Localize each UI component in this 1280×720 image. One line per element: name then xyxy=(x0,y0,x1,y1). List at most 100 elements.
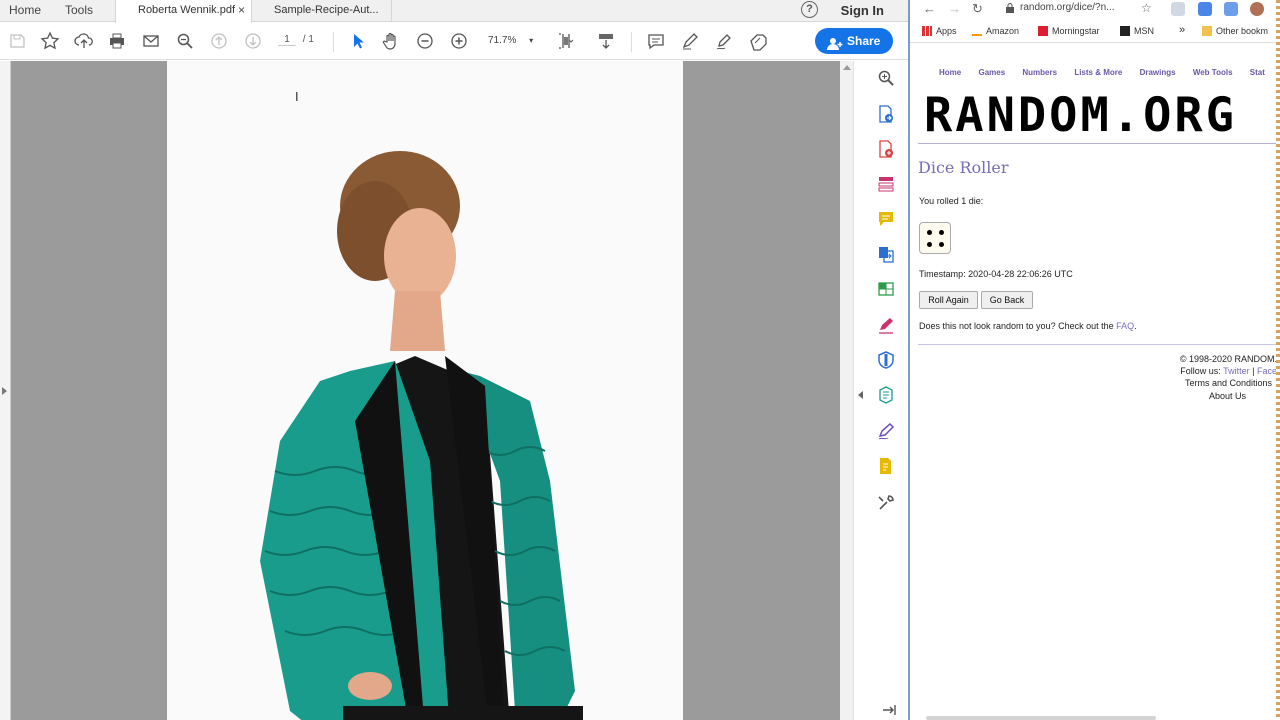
page-total: / 1 xyxy=(302,34,314,45)
nav-lists[interactable]: Lists & More xyxy=(1074,68,1122,77)
export-spreadsheet-icon[interactable] xyxy=(877,280,895,298)
portrait-photo xyxy=(260,151,583,720)
organize-pages-icon[interactable] xyxy=(877,175,895,193)
tools-tab[interactable]: Tools xyxy=(65,3,93,17)
comment-icon[interactable] xyxy=(646,31,666,51)
reload-icon[interactable]: ↻ xyxy=(972,1,983,17)
scroll-mode-icon[interactable] xyxy=(596,31,616,51)
follow-label: Follow us: xyxy=(1180,366,1224,376)
address-bar[interactable]: random.org/dice/?n... xyxy=(1004,2,1150,16)
next-page-icon[interactable] xyxy=(243,31,263,51)
protect-icon[interactable] xyxy=(877,351,895,369)
extension-icon[interactable] xyxy=(1224,2,1238,16)
back-arrow-icon[interactable]: ← xyxy=(923,1,936,16)
nav-drawings[interactable]: Drawings xyxy=(1140,68,1176,77)
document-tab[interactable]: Sample-Recipe-Aut... xyxy=(252,0,392,22)
save-icon[interactable] xyxy=(7,31,27,51)
collapse-pane-icon[interactable] xyxy=(858,391,863,399)
page-number-input[interactable]: 1 xyxy=(278,34,296,46)
share-label: Share xyxy=(847,34,881,48)
nav-home[interactable]: Home xyxy=(939,68,961,77)
select-pointer-icon[interactable] xyxy=(348,31,368,51)
home-tab[interactable]: Home xyxy=(9,3,41,17)
document-viewer[interactable]: I xyxy=(0,61,840,720)
link-separator: | xyxy=(1249,366,1257,376)
avatar[interactable] xyxy=(1250,2,1264,16)
nav-games[interactable]: Games xyxy=(978,68,1005,77)
nav-stats[interactable]: Stat xyxy=(1250,68,1265,77)
bookmark-star-icon[interactable]: ☆ xyxy=(1141,1,1152,15)
expand-pane-icon[interactable] xyxy=(880,701,898,719)
bookmark-label: Amazon xyxy=(986,26,1020,36)
faq-text: Does this not look random to you? Check … xyxy=(919,321,1137,331)
faq-prefix: Does this not look random to you? Check … xyxy=(919,321,1117,331)
bookmark-apps[interactable]: Apps xyxy=(922,26,957,36)
msn-icon xyxy=(1120,26,1130,36)
navigation-pane-toggle[interactable] xyxy=(0,61,11,720)
browser-window: ← → ↻ random.org/dice/?n... ☆ Apps Amazo… xyxy=(908,0,1280,720)
edit-pdf-icon[interactable] xyxy=(877,457,895,475)
fill-sign-icon[interactable] xyxy=(877,316,895,334)
twitter-link[interactable]: Twitter xyxy=(1223,366,1250,376)
nav-numbers[interactable]: Numbers xyxy=(1022,68,1057,77)
site-logo[interactable]: RANDOM.ORG xyxy=(924,88,1237,143)
apps-grid-icon xyxy=(922,26,932,36)
zoom-out-icon[interactable] xyxy=(415,31,435,51)
horizontal-scrollbar[interactable] xyxy=(926,716,1156,720)
hand-tool-icon[interactable] xyxy=(381,31,401,51)
bookmark-morningstar[interactable]: Morningstar xyxy=(1038,26,1100,36)
bookmark-other[interactable]: Other bookm xyxy=(1202,26,1268,36)
zoom-in-icon[interactable] xyxy=(449,31,469,51)
acrobat-tab-bar: Home Tools Roberta Wennik.pdf × Sample-R… xyxy=(0,0,908,23)
zoom-in-icon[interactable] xyxy=(877,69,895,87)
roll-again-button[interactable]: Roll Again xyxy=(919,291,978,309)
bookmarks-bar: Apps Amazon Morningstar MSN » Other book… xyxy=(910,21,1280,43)
terms-link[interactable]: Terms and Conditions xyxy=(1185,378,1272,388)
text-cursor-icon: I xyxy=(295,89,299,104)
site-nav: Home Games Numbers Lists & More Drawings… xyxy=(939,68,1280,77)
email-icon[interactable] xyxy=(141,31,161,51)
export-pdf-icon[interactable] xyxy=(877,105,895,123)
comment-icon[interactable] xyxy=(877,210,895,228)
search-icon[interactable] xyxy=(175,31,195,51)
extension-icon[interactable] xyxy=(1198,2,1212,16)
more-tools-icon[interactable] xyxy=(877,494,895,512)
create-pdf-icon[interactable] xyxy=(877,140,895,158)
go-back-button[interactable]: Go Back xyxy=(981,291,1033,309)
bookmark-msn[interactable]: MSN xyxy=(1120,26,1154,36)
vertical-scrollbar[interactable] xyxy=(840,61,853,720)
request-signature-icon[interactable] xyxy=(877,422,895,440)
highlight-pen-icon[interactable] xyxy=(680,31,700,51)
bookmark-star-icon[interactable] xyxy=(40,31,60,51)
compare-icon[interactable] xyxy=(877,386,895,404)
faq-suffix: . xyxy=(1134,321,1137,331)
previous-page-icon[interactable] xyxy=(209,31,229,51)
bookmark-label: Morningstar xyxy=(1052,26,1100,36)
follow-us: Follow us: Twitter | Faceb xyxy=(1180,366,1280,376)
die-face xyxy=(919,222,951,254)
close-tab-icon[interactable]: × xyxy=(238,0,245,21)
page-display-icon[interactable] xyxy=(556,31,576,51)
share-button[interactable]: Share xyxy=(815,28,893,54)
help-icon[interactable]: ? xyxy=(801,1,818,18)
bookmark-amazon[interactable]: Amazon xyxy=(972,26,1019,36)
tools-pane xyxy=(853,61,908,720)
add-person-icon xyxy=(827,34,843,50)
more-bookmarks-icon[interactable]: » xyxy=(1179,24,1185,36)
divider xyxy=(918,143,1280,144)
print-icon[interactable] xyxy=(107,31,127,51)
bookmark-label: Other bookm xyxy=(1216,26,1269,36)
sign-icon[interactable] xyxy=(748,31,768,51)
document-tab-active[interactable]: Roberta Wennik.pdf × xyxy=(115,0,252,23)
faq-link[interactable]: FAQ xyxy=(1116,321,1134,331)
nav-web-tools[interactable]: Web Tools xyxy=(1193,68,1233,77)
combine-files-icon[interactable] xyxy=(877,245,895,263)
draw-icon[interactable] xyxy=(714,31,734,51)
upload-icon[interactable] xyxy=(74,31,94,51)
forward-arrow-icon[interactable]: → xyxy=(948,1,961,16)
extension-icon[interactable] xyxy=(1171,2,1185,16)
about-link[interactable]: About Us xyxy=(1209,391,1246,401)
zoom-level-dropdown[interactable]: 71.7% ▾ xyxy=(488,35,533,46)
sign-in-button[interactable]: Sign In xyxy=(841,3,884,18)
roll-result-text: You rolled 1 die: xyxy=(919,196,984,206)
